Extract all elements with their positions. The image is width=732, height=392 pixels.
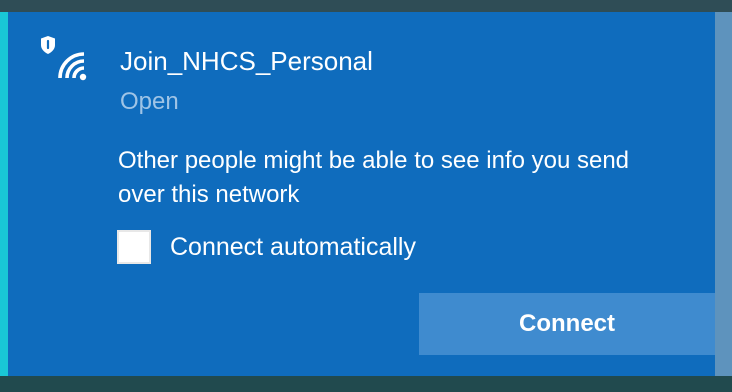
connect-automatically-label[interactable]: Connect automatically (170, 232, 416, 262)
taskbar-top-edge (0, 0, 732, 12)
wifi-shield-icon (41, 36, 87, 81)
open-network-warning: Other people might be able to see info y… (118, 147, 630, 208)
network-security-status: Open (120, 88, 179, 115)
connect-button[interactable]: Connect (419, 293, 715, 355)
network-name: Join_NHCS_Personal (120, 46, 373, 76)
taskbar-bottom-edge (0, 376, 732, 392)
scrollbar-track[interactable] (715, 12, 732, 376)
selection-accent-bar (0, 12, 8, 376)
connect-automatically-checkbox[interactable] (117, 230, 151, 264)
